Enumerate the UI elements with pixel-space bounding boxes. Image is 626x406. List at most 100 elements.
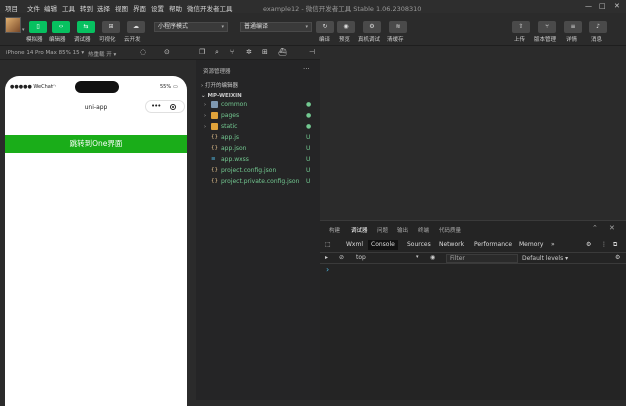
- visual-icon: ⊞: [108, 23, 114, 30]
- close-icon[interactable]: ✕: [614, 2, 620, 10]
- mode-select[interactable]: 小程序模式 ▾: [154, 22, 228, 32]
- message-button[interactable]: ♪: [589, 21, 607, 33]
- filter-input[interactable]: Filter: [446, 254, 518, 263]
- avatar[interactable]: [5, 17, 21, 33]
- inspect-icon[interactable]: ⬚: [325, 240, 331, 250]
- clear-console-icon[interactable]: ⊘: [339, 254, 344, 261]
- compile-select[interactable]: 普通编译 ▾: [240, 22, 312, 32]
- sidebar-toggle-icon[interactable]: ▸: [325, 254, 328, 261]
- tree-item-common[interactable]: › common ●: [196, 100, 320, 111]
- version-button[interactable]: ⑂: [538, 21, 556, 33]
- compile-button[interactable]: ↻: [316, 21, 334, 33]
- branch-icon[interactable]: ⑂: [230, 48, 234, 56]
- hot-reload-toggle[interactable]: 热重载 开 ▾: [88, 50, 116, 58]
- upload-button[interactable]: ⇧: [512, 21, 530, 33]
- rotate-icon[interactable]: ⊙: [164, 48, 170, 56]
- tab-performance[interactable]: Performance: [474, 240, 512, 250]
- gear-icon[interactable]: ⚙: [586, 240, 591, 250]
- tab-sources[interactable]: Sources: [407, 240, 431, 250]
- kebab-menu-icon[interactable]: ⋮: [601, 240, 607, 250]
- split-icon[interactable]: ⊣: [309, 48, 315, 56]
- tree-item-pages[interactable]: › pages ●: [196, 111, 320, 122]
- record-icon[interactable]: ◌: [140, 48, 146, 56]
- simulator-label: 模拟器: [26, 37, 43, 43]
- files-icon[interactable]: ❐: [199, 48, 205, 56]
- detail-button[interactable]: ≡: [564, 21, 582, 33]
- search-icon[interactable]: ⌕: [215, 48, 219, 57]
- phone-screen[interactable]: ●●●●● WeChat ◠ 55% ▭ uni-app ••• 跳转到One界…: [5, 76, 187, 406]
- tab-build[interactable]: 构建: [329, 226, 340, 234]
- extensions-icon[interactable]: ⊞: [262, 48, 268, 56]
- context-select[interactable]: top: [356, 254, 366, 261]
- tab-terminal[interactable]: 终端: [418, 226, 429, 234]
- menu-item-tools[interactable]: 工具: [62, 3, 75, 13]
- tree-item-project-private-config[interactable]: {} project.private.config.json U: [196, 177, 320, 188]
- tab-code-quality[interactable]: 代码质量: [439, 226, 461, 234]
- menu-item-settings[interactable]: 设置: [151, 3, 164, 13]
- tab-problems[interactable]: 问题: [377, 226, 388, 234]
- console-prompt[interactable]: ›: [326, 265, 329, 274]
- project-section[interactable]: ⌄ MP-WEIXIN: [201, 93, 242, 99]
- remote-debug-button[interactable]: ⚙: [363, 21, 381, 33]
- simulator-toggle[interactable]: ▯: [29, 21, 47, 33]
- eye-icon[interactable]: ◉: [430, 254, 435, 261]
- tree-item-project-config[interactable]: {} project.config.json U: [196, 166, 320, 177]
- preview-button[interactable]: ◉: [337, 21, 355, 33]
- clear-cache-button[interactable]: ≋: [389, 21, 407, 33]
- debugger-toggle[interactable]: ⇆: [77, 21, 95, 33]
- console-filter-bar: ▸ ⊘ top ▾ ◉ Filter Default levels ▾ ⚙: [320, 252, 626, 264]
- visual-toggle[interactable]: ⊞: [102, 21, 120, 33]
- menu-item-project[interactable]: 项目: [5, 3, 18, 13]
- menu-item-select[interactable]: 选择: [97, 3, 110, 13]
- menu-item-help[interactable]: 帮助: [169, 3, 182, 13]
- tab-console[interactable]: Console: [368, 240, 398, 250]
- message-label: 消息: [591, 37, 603, 43]
- detail-icon: ≡: [570, 23, 576, 30]
- more-dots-icon[interactable]: •••: [151, 102, 161, 110]
- tab-network[interactable]: Network: [439, 240, 464, 250]
- tree-item-app-json[interactable]: {} app.json U: [196, 144, 320, 155]
- cloud-button[interactable]: ☁: [127, 21, 145, 33]
- debugger-label: 调试器: [74, 37, 91, 43]
- collapse-icon[interactable]: ⌃: [592, 224, 598, 232]
- maximize-icon[interactable]: □: [599, 2, 606, 10]
- chevron-down-icon[interactable]: ▾: [22, 27, 25, 33]
- docker-icon[interactable]: ⛴: [278, 48, 287, 56]
- tree-item-app-js[interactable]: {} app.js U: [196, 133, 320, 144]
- menu-item-devtools[interactable]: 微信开发者工具: [187, 3, 233, 13]
- open-editors-section[interactable]: › 打开的编辑器: [201, 81, 238, 89]
- more-icon[interactable]: ···: [303, 65, 310, 73]
- levels-select[interactable]: Default levels ▾: [522, 255, 568, 262]
- json-file-icon: {}: [211, 167, 218, 173]
- editor-area[interactable]: [320, 46, 626, 220]
- battery-text: 55%: [160, 84, 172, 90]
- debug-run-icon[interactable]: ✲: [246, 48, 252, 56]
- minimize-icon[interactable]: —: [585, 2, 592, 10]
- tab-memory[interactable]: Memory: [519, 240, 543, 250]
- menu-item-file[interactable]: 文件: [27, 3, 40, 13]
- menu-item-view[interactable]: 视图: [115, 3, 128, 13]
- gear-icon: ⚙: [369, 23, 375, 30]
- close-mini-program-icon[interactable]: [170, 104, 176, 110]
- more-tabs-icon[interactable]: »: [551, 240, 555, 250]
- tab-debugger[interactable]: 调试器: [351, 226, 368, 234]
- navigate-one-button[interactable]: 跳转到One界面: [5, 135, 187, 153]
- chevron-right-icon: ›: [201, 83, 204, 89]
- dock-icon[interactable]: ⧉: [613, 240, 617, 250]
- close-panel-icon[interactable]: ✕: [609, 224, 615, 232]
- tree-item-app-wxss[interactable]: ≡ app.wxss U: [196, 155, 320, 166]
- editor-toggle[interactable]: ‹›: [52, 21, 70, 33]
- menu-item-interface[interactable]: 界面: [133, 3, 146, 13]
- layers-icon: ≋: [395, 23, 401, 30]
- version-icon: ⑂: [545, 23, 549, 30]
- menu-item-edit[interactable]: 编辑: [44, 3, 57, 13]
- tab-output[interactable]: 输出: [397, 226, 408, 234]
- menu-item-goto[interactable]: 转到: [80, 3, 93, 13]
- tree-item-static[interactable]: › static ●: [196, 122, 320, 133]
- json-file-icon: {}: [211, 145, 218, 151]
- tab-wxml[interactable]: Wxml: [346, 240, 363, 250]
- device-select[interactable]: iPhone 14 Pro Max 85% 15 ▾: [6, 50, 84, 56]
- tree-item-name: project.config.json: [221, 167, 277, 174]
- capsule-menu[interactable]: •••: [145, 100, 185, 113]
- console-settings-icon[interactable]: ⚙: [615, 254, 620, 261]
